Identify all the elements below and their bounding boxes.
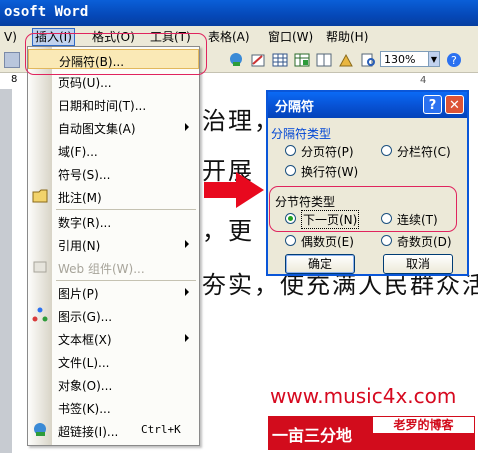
web-component-icon bbox=[32, 259, 48, 275]
menu-window[interactable]: 窗口(W) bbox=[266, 29, 315, 45]
ruler-number: 8 bbox=[11, 74, 18, 85]
annotation-ring-section-break bbox=[269, 186, 457, 232]
menu-item-label: 书签(K)... bbox=[58, 402, 111, 416]
annotation-arrow-icon bbox=[202, 170, 266, 210]
columns-icon[interactable] bbox=[316, 52, 332, 68]
menu-item-text-box[interactable]: 文本框(X) bbox=[28, 328, 199, 348]
break-dialog: 分隔符 ? ✕ 分隔符类型 分页符(P) 分栏符(C) 换行符(W) 分节符类型… bbox=[266, 90, 469, 276]
menu-item-label: 图示(G)... bbox=[58, 310, 113, 324]
radio-label: 分页符(P) bbox=[301, 145, 354, 159]
submenu-arrow-icon bbox=[185, 240, 189, 248]
close-button[interactable]: ✕ bbox=[445, 95, 464, 114]
radio-circle bbox=[285, 145, 296, 156]
drawing-icon[interactable] bbox=[338, 52, 354, 68]
menu-separator bbox=[56, 280, 196, 281]
hyperlink-icon bbox=[32, 422, 48, 438]
window-title: osoft Word bbox=[4, 4, 89, 20]
window-title-bar: osoft Word bbox=[0, 0, 478, 26]
document-map-icon[interactable] bbox=[360, 52, 376, 68]
tables-borders-icon[interactable] bbox=[250, 52, 266, 68]
radio-label: 换行符(W) bbox=[301, 165, 359, 179]
break-types-label: 分隔符类型 bbox=[271, 127, 332, 141]
menu-item-label: 文本框(X) bbox=[58, 333, 112, 347]
ruler-tick-label: 4 bbox=[420, 75, 427, 86]
menu-item-file[interactable]: 文件(L)... bbox=[28, 351, 199, 371]
menu-item-label: 文件(L)... bbox=[58, 356, 110, 370]
menu-item-reference[interactable]: 引用(N) bbox=[28, 234, 199, 254]
radio-label: 奇数页(D) bbox=[397, 235, 452, 249]
menu-item-date-time[interactable]: 日期和时间(T)... bbox=[28, 94, 199, 114]
radio-label: 分栏符(C) bbox=[397, 145, 451, 159]
watermark-banner: 一亩三分地 老罗的博客 bbox=[268, 416, 475, 450]
menu-item-field[interactable]: 域(F)... bbox=[28, 140, 199, 160]
radio-circle bbox=[285, 235, 296, 246]
menu-item-shortcut: Ctrl+K bbox=[141, 423, 181, 436]
insert-menu: 分隔符(B)... 页码(U)... 日期和时间(T)... 自动图文集(A) … bbox=[27, 46, 200, 446]
watermark-left-text: 一亩三分地 bbox=[272, 426, 353, 445]
watermark-url: www.music4x.com bbox=[270, 384, 457, 408]
insert-excel-icon[interactable] bbox=[294, 52, 310, 68]
menu-item-label: 图片(P) bbox=[58, 287, 99, 301]
dialog-title: 分隔符 bbox=[275, 100, 315, 115]
menu-item-label: 符号(S)... bbox=[58, 168, 111, 182]
menu-item-label: 自动图文集(A) bbox=[58, 122, 136, 136]
menu-item-label: 数字(R)... bbox=[58, 216, 112, 230]
menu-table[interactable]: 表格(A) bbox=[206, 29, 252, 45]
zoom-select[interactable]: 130% bbox=[380, 51, 430, 67]
radio-circle bbox=[381, 235, 392, 246]
zoom-dropdown-arrow-icon[interactable]: ▼ bbox=[428, 51, 440, 67]
menu-help[interactable]: 帮助(H) bbox=[324, 29, 370, 45]
menu-item-label: 超链接(I)... bbox=[58, 425, 119, 439]
menu-item-label: 页码(U)... bbox=[58, 76, 112, 90]
cancel-button[interactable]: 取消 bbox=[383, 254, 453, 274]
document-text-line-3: ，更 bbox=[202, 217, 254, 245]
menu-item-label: 批注(M) bbox=[58, 191, 102, 205]
menu-item-picture[interactable]: 图片(P) bbox=[28, 282, 199, 302]
menu-item-label: Web 组件(W)... bbox=[58, 262, 145, 276]
ok-button[interactable]: 确定 bbox=[285, 254, 355, 274]
menu-item-bookmark[interactable]: 书签(K)... bbox=[28, 397, 199, 417]
menu-item-label: 域(F)... bbox=[58, 145, 98, 159]
help-button[interactable]: ? bbox=[423, 95, 442, 114]
spelling-icon[interactable] bbox=[4, 52, 20, 68]
hyperlink-toolbar-icon[interactable] bbox=[228, 52, 244, 68]
dialog-title-bar: 分隔符 ? ✕ bbox=[268, 92, 467, 118]
menu-item-hyperlink[interactable]: 超链接(I)... Ctrl+K bbox=[28, 420, 199, 440]
insert-table-icon[interactable] bbox=[272, 52, 288, 68]
comment-icon bbox=[32, 188, 48, 204]
menu-item-object[interactable]: 对象(O)... bbox=[28, 374, 199, 394]
vertical-ruler bbox=[0, 89, 12, 453]
submenu-arrow-icon bbox=[185, 288, 189, 296]
annotation-ring-menu bbox=[25, 33, 207, 75]
close-icon: ✕ bbox=[449, 98, 460, 113]
help-icon[interactable]: ? bbox=[446, 52, 462, 68]
menu-item-comment[interactable]: 批注(M) bbox=[28, 186, 199, 206]
menu-item-diagram[interactable]: 图示(G)... bbox=[28, 305, 199, 325]
watermark-right-text: 老罗的博客 bbox=[372, 416, 475, 434]
diagram-icon bbox=[32, 307, 48, 323]
radio-circle bbox=[381, 145, 392, 156]
menu-separator bbox=[56, 209, 196, 210]
menu-item-autotext[interactable]: 自动图文集(A) bbox=[28, 117, 199, 137]
menu-item-label: 日期和时间(T)... bbox=[58, 99, 147, 113]
radio-circle bbox=[285, 165, 296, 176]
menu-item-symbol[interactable]: 符号(S)... bbox=[28, 163, 199, 183]
submenu-arrow-icon bbox=[185, 334, 189, 342]
menu-item-label: 引用(N) bbox=[58, 239, 101, 253]
menu-view[interactable]: V) bbox=[2, 29, 19, 45]
menu-item-web-component: Web 组件(W)... bbox=[28, 257, 199, 277]
svg-text:?: ? bbox=[451, 54, 457, 67]
menu-item-number[interactable]: 数字(R)... bbox=[28, 211, 199, 231]
radio-label: 偶数页(E) bbox=[301, 235, 354, 249]
menu-item-label: 对象(O)... bbox=[58, 379, 113, 393]
submenu-arrow-icon bbox=[185, 123, 189, 131]
question-icon: ? bbox=[428, 98, 437, 113]
